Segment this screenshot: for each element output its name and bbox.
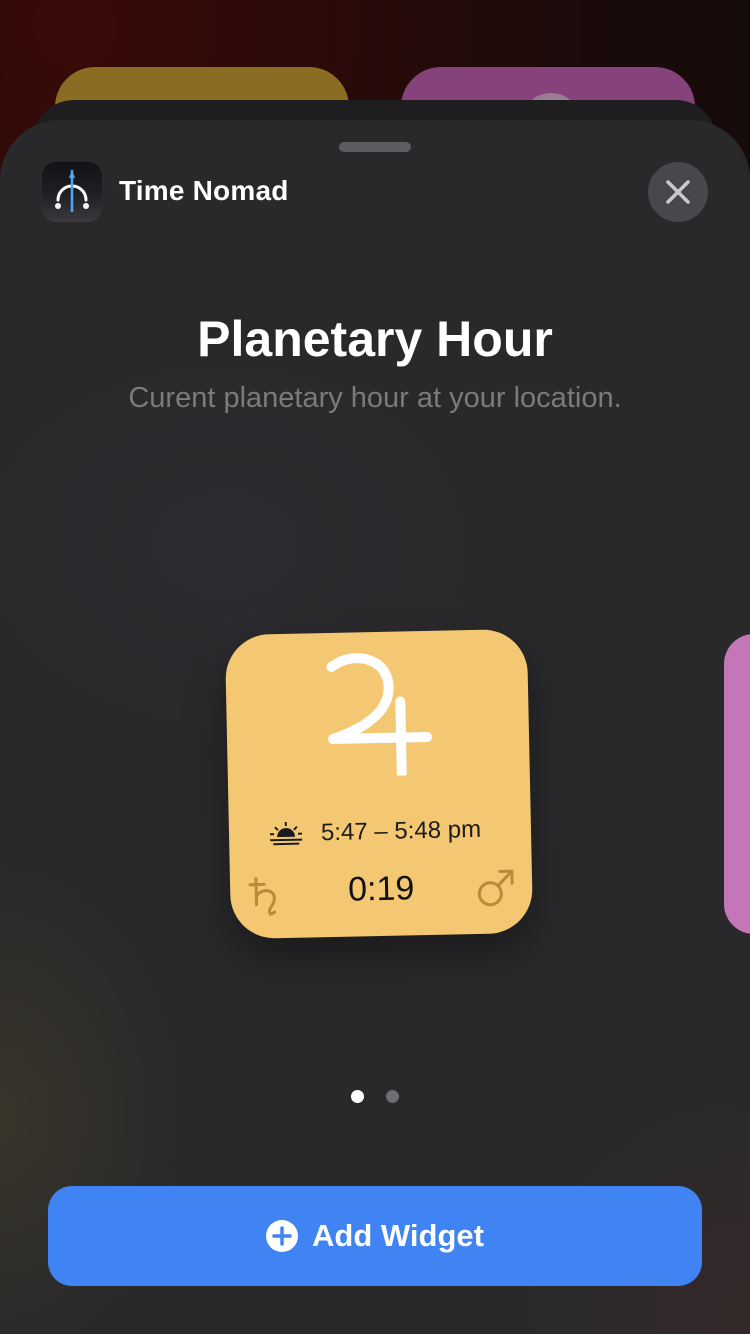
add-widget-label: Add Widget [312, 1218, 484, 1253]
planetary-hour-time-range: 5:47 – 5:48 pm [320, 815, 482, 847]
page-dot-1[interactable] [351, 1090, 364, 1103]
time-nomad-app-icon [42, 162, 102, 222]
widget-description: Curent planetary hour at your location. [128, 382, 622, 414]
widget-gallery-screen: Time Nomad Planetary Hour Curent planeta… [0, 0, 750, 1334]
plus-circle-icon [266, 1220, 299, 1252]
mars-icon [477, 869, 514, 907]
sheet-grabber[interactable] [339, 142, 411, 152]
widget-sheet: Time Nomad Planetary Hour Curent planeta… [0, 120, 750, 1334]
app-name: Time Nomad [119, 175, 289, 206]
jupiter-icon [326, 653, 433, 778]
page-indicator[interactable] [0, 1090, 750, 1103]
widget-title: Planetary Hour [197, 311, 553, 367]
close-button[interactable] [648, 162, 708, 222]
close-icon [666, 180, 690, 204]
planetary-hour-widget-preview[interactable]: 5:47 – 5:48 pm 0:19 [224, 628, 534, 940]
next-widget-preview[interactable] [724, 634, 750, 934]
sunrise-icon [270, 821, 303, 846]
page-dot-2[interactable] [386, 1090, 399, 1103]
add-widget-button[interactable]: Add Widget [48, 1186, 702, 1286]
